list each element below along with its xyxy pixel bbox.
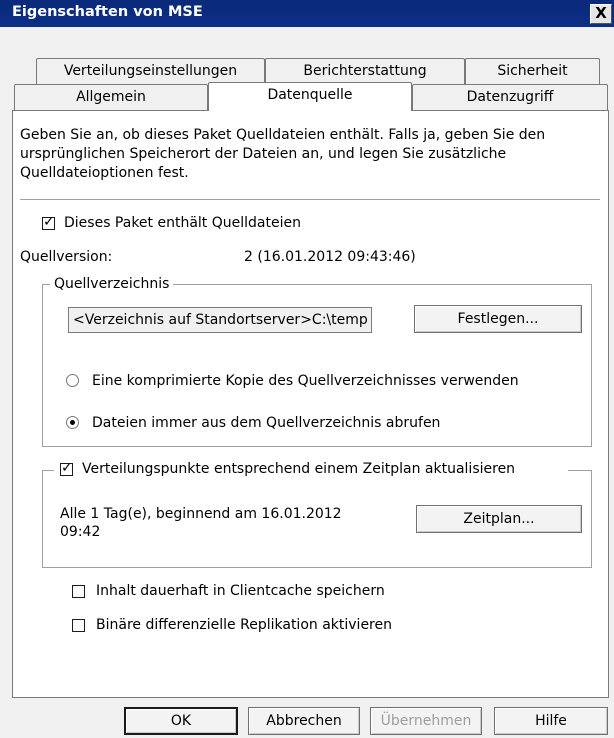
radio-compressed-copy[interactable] bbox=[66, 374, 79, 387]
radio-compressed-label: Eine komprimierte Kopie des Quellverzeic… bbox=[92, 373, 519, 389]
persist-cache-label: Inhalt dauerhaft in Clientcache speicher… bbox=[96, 583, 385, 599]
persist-cache-checkbox[interactable] bbox=[72, 585, 85, 598]
panel-content: Geben Sie an, ob dieses Paket Quelldatei… bbox=[0, 0, 614, 738]
contains-source-label: Dieses Paket enthält Quelldateien bbox=[64, 215, 301, 231]
schedule-description-line2: 09:42 bbox=[60, 524, 101, 540]
set-source-button[interactable]: Festlegen... bbox=[414, 305, 582, 333]
divider bbox=[20, 199, 600, 201]
schedule-checkbox[interactable]: ✓ bbox=[60, 460, 73, 476]
contains-source-checkbox[interactable]: ✓ bbox=[42, 214, 55, 230]
source-dir-group-title: Quellverzeichnis bbox=[50, 275, 174, 293]
schedule-description-line1: Alle 1 Tag(e), beginnend am 16.01.2012 bbox=[60, 506, 342, 522]
checkmark-icon: ✓ bbox=[43, 214, 55, 230]
source-version-label: Quellversion: bbox=[20, 249, 113, 265]
schedule-checkbox-label: Verteilungspunkte entsprechend einem Zei… bbox=[82, 461, 516, 477]
binary-replication-label: Binäre differenzielle Replikation aktivi… bbox=[96, 617, 392, 633]
binary-replication-checkbox[interactable] bbox=[72, 619, 85, 632]
schedule-button[interactable]: Zeitplan... bbox=[416, 505, 582, 533]
source-path-field[interactable]: <Verzeichnis auf Standortserver>C:\temp bbox=[68, 307, 372, 333]
properties-dialog: Eigenschaften von MSE X Verteilungseinst… bbox=[0, 0, 614, 738]
source-version-value: 2 (16.01.2012 09:43:46) bbox=[244, 249, 416, 265]
radio-always-source[interactable] bbox=[66, 416, 79, 429]
intro-text: Geben Sie an, ob dieses Paket Quelldatei… bbox=[20, 127, 546, 181]
radio-always-label: Dateien immer aus dem Quellverzeichnis a… bbox=[92, 415, 441, 431]
checkmark-icon: ✓ bbox=[61, 460, 73, 476]
